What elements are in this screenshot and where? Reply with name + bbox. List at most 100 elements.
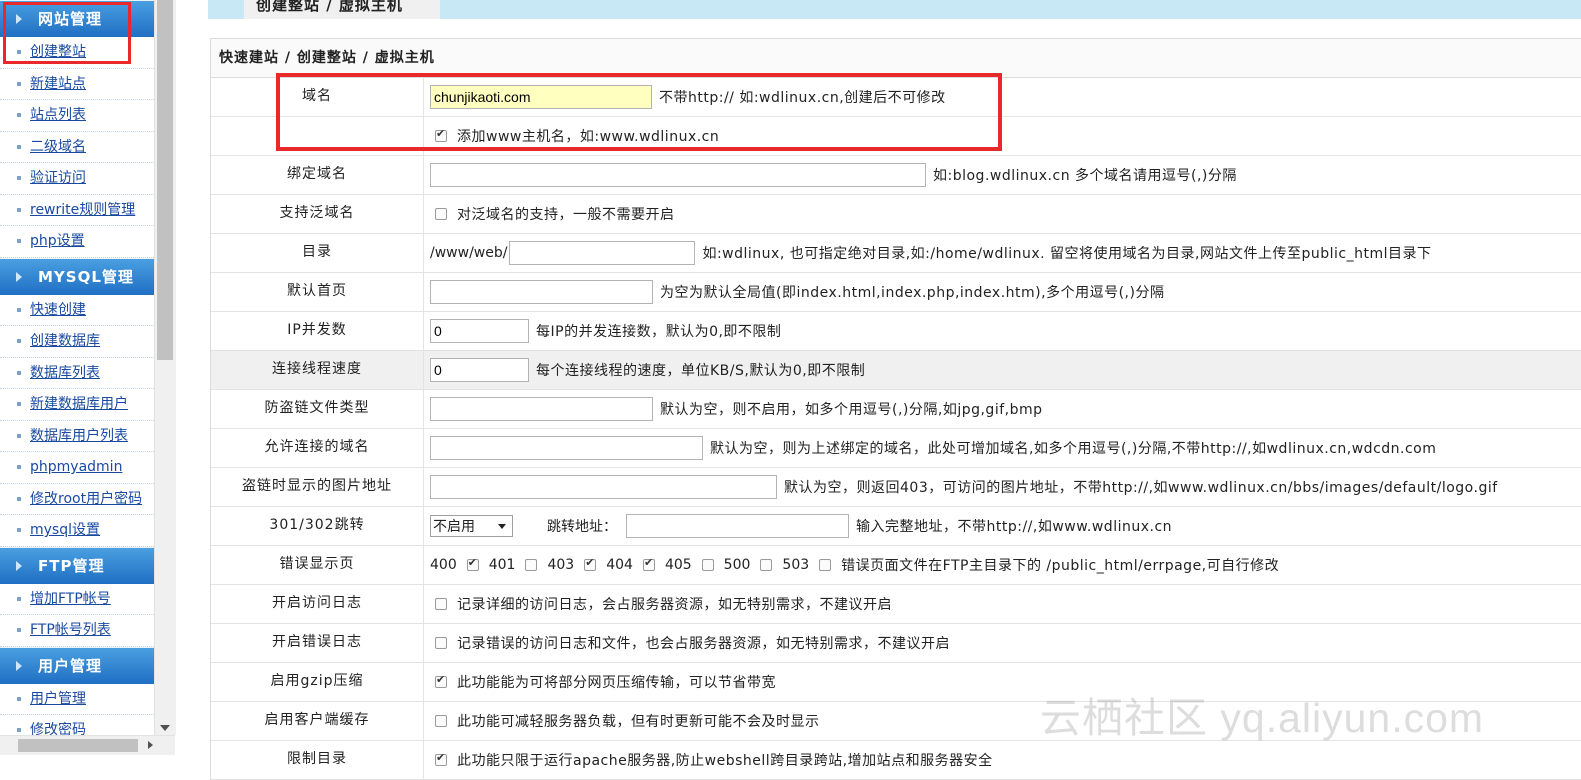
thread-speed-label: 连接线程速度 bbox=[211, 351, 424, 389]
sidebar-link[interactable]: 站点列表 bbox=[30, 107, 86, 123]
directory-input[interactable] bbox=[509, 241, 696, 265]
sidebar-item-mysql-settings[interactable]: mysql设置 bbox=[0, 515, 154, 547]
access-log-checkbox[interactable] bbox=[435, 598, 447, 610]
section-header-mysql[interactable]: MYSQL管理 bbox=[0, 257, 154, 295]
sidebar-item-site-list[interactable]: 站点列表 bbox=[0, 100, 154, 132]
sidebar-link[interactable]: 创建数据库 bbox=[30, 333, 100, 349]
errcode-400-checkbox[interactable] bbox=[466, 556, 479, 571]
sidebar-link[interactable]: 新建数据库用户 bbox=[30, 396, 128, 412]
allowed-domains-input[interactable] bbox=[430, 436, 703, 460]
redirect-addr-label: 跳转地址： bbox=[547, 519, 617, 535]
sidebar-item-phpmyadmin[interactable]: phpmyadmin bbox=[0, 452, 154, 484]
form-title: 快速建站 / 创建整站 / 虚拟主机 bbox=[211, 38, 1581, 78]
vertical-scrollbar[interactable] bbox=[154, 0, 176, 735]
errcode-404-label: 404 bbox=[606, 557, 633, 573]
sidebar-item-php-settings[interactable]: php设置 bbox=[0, 226, 154, 258]
hotlink-types-label: 防盗链文件类型 bbox=[211, 390, 424, 428]
row-redirect: 301/302跳转 不启用 跳转地址： 输入完整地址，不带http://,如www.… bbox=[211, 507, 1581, 546]
hotlink-image-input[interactable] bbox=[430, 475, 777, 499]
bind-domain-input[interactable] bbox=[430, 163, 926, 187]
red-highlight-box bbox=[276, 73, 1002, 151]
sidebar-link[interactable]: 修改密码 bbox=[30, 722, 86, 735]
errcode-403-checkbox[interactable] bbox=[584, 556, 597, 571]
sidebar: 网站管理 创建整站 新建站点 站点列表 二级域名 验证访问 rewrite规则管… bbox=[0, 0, 176, 755]
horizontal-scrollbar[interactable] bbox=[0, 735, 175, 755]
sidebar-link[interactable]: 数据库列表 bbox=[30, 365, 100, 381]
access-log-label: 开启访问日志 bbox=[211, 585, 424, 623]
sidebar-item-add-ftp-account[interactable]: 增加FTP帐号 bbox=[0, 584, 154, 615]
allowed-domains-hint: 默认为空，则为上述绑定的域名，此处可增加域名,如多个用逗号(,)分隔,不带htt… bbox=[710, 441, 1437, 457]
errcode-401-checkbox[interactable] bbox=[525, 559, 538, 571]
sidebar-item-root-password[interactable]: 修改root用户密码 bbox=[0, 484, 154, 515]
sidebar-item-subdomain[interactable]: 二级域名 bbox=[0, 132, 154, 163]
row-directory: 目录 /www/web/如:wdlinux, 也可指定绝对目录,如:/home/… bbox=[211, 234, 1581, 273]
sidebar-link[interactable]: 新建站点 bbox=[30, 76, 86, 92]
gzip-hint: 此功能能为可将部分网页压缩传输，可以节省带宽 bbox=[457, 675, 776, 691]
client-cache-checkbox[interactable] bbox=[435, 715, 447, 727]
red-highlight-box bbox=[3, 2, 131, 64]
scroll-right-arrow-icon[interactable] bbox=[148, 741, 153, 749]
redirect-select[interactable]: 不启用 bbox=[430, 515, 513, 537]
sidebar-link[interactable]: 增加FTP帐号 bbox=[30, 591, 111, 607]
thread-speed-input[interactable] bbox=[430, 358, 529, 382]
bullet-icon bbox=[17, 496, 21, 501]
errcode-500-checkbox[interactable] bbox=[760, 559, 773, 571]
sidebar-item-quick-create[interactable]: 快速创建 bbox=[0, 295, 154, 326]
ip-concurrency-input[interactable] bbox=[430, 319, 529, 343]
sidebar-item-new-site[interactable]: 新建站点 bbox=[0, 69, 154, 100]
errcode-405-checkbox[interactable] bbox=[701, 559, 714, 571]
sidebar-item-user-management[interactable]: 用户管理 bbox=[0, 684, 154, 715]
redirect-addr-input[interactable] bbox=[626, 514, 849, 538]
sidebar-link[interactable]: 快速创建 bbox=[30, 302, 86, 318]
row-ip-concurrency: IP并发数 每IP的并发连接数，默认为0,即不限制 bbox=[211, 312, 1581, 351]
sidebar-link[interactable]: 验证访问 bbox=[30, 170, 86, 186]
sidebar-link[interactable]: 数据库用户列表 bbox=[30, 428, 128, 444]
tab-create-site[interactable]: 创建整站 / 虚拟主机 bbox=[244, 0, 440, 19]
row-wildcard: 支持泛域名 对泛域名的支持，一般不需要开启 bbox=[211, 195, 1581, 234]
sidebar-link[interactable]: 二级域名 bbox=[30, 139, 86, 155]
bind-domain-label: 绑定域名 bbox=[211, 156, 424, 194]
sidebar-item-database-list[interactable]: 数据库列表 bbox=[0, 358, 154, 389]
hotlink-types-input[interactable] bbox=[430, 397, 653, 421]
errcode-503-checkbox[interactable] bbox=[819, 559, 832, 571]
client-cache-hint: 此功能可减轻服务器负载，但有时更新可能不会及时显示 bbox=[457, 714, 820, 730]
sidebar-link[interactable]: php设置 bbox=[30, 233, 85, 249]
sidebar-item-new-db-user[interactable]: 新建数据库用户 bbox=[0, 389, 154, 421]
sidebar-item-change-password[interactable]: 修改密码 bbox=[0, 715, 154, 735]
bullet-icon bbox=[17, 207, 21, 212]
restrict-dir-checkbox[interactable] bbox=[435, 751, 447, 766]
sidebar-item-create-database[interactable]: 创建数据库 bbox=[0, 326, 154, 358]
bullet-icon bbox=[17, 465, 21, 469]
sidebar-link[interactable]: FTP帐号列表 bbox=[30, 622, 111, 638]
bullet-icon bbox=[17, 628, 21, 632]
sidebar-link[interactable]: phpmyadmin bbox=[30, 459, 122, 475]
section-title: 用户管理 bbox=[38, 656, 103, 675]
errcode-404-checkbox[interactable] bbox=[642, 556, 655, 571]
sidebar-link[interactable]: rewrite规则管理 bbox=[30, 202, 135, 218]
sidebar-item-rewrite-rules[interactable]: rewrite规则管理 bbox=[0, 195, 154, 226]
error-log-checkbox[interactable] bbox=[435, 637, 447, 649]
sidebar-item-ftp-account-list[interactable]: FTP帐号列表 bbox=[0, 615, 154, 647]
default-index-input[interactable] bbox=[430, 280, 653, 304]
sidebar-link[interactable]: 用户管理 bbox=[30, 691, 86, 707]
bullet-icon bbox=[17, 402, 21, 406]
wildcard-checkbox[interactable] bbox=[435, 208, 447, 220]
sidebar-item-verify-access[interactable]: 验证访问 bbox=[0, 163, 154, 195]
row-restrict-dir: 限制目录 此功能只限于运行apache服务器,防止webshell跨目录跨站,增… bbox=[211, 741, 1581, 780]
errcode-405-label: 405 bbox=[664, 557, 692, 573]
sidebar-item-db-user-list[interactable]: 数据库用户列表 bbox=[0, 421, 154, 452]
client-cache-label: 启用客户端缓存 bbox=[211, 702, 424, 740]
scroll-down-arrow-icon[interactable] bbox=[160, 725, 170, 731]
ip-concurrency-label: IP并发数 bbox=[211, 312, 424, 350]
errcode-503-label: 503 bbox=[782, 557, 810, 573]
gzip-checkbox[interactable] bbox=[435, 673, 447, 688]
watermark: 云栖社区 yq.aliyun.com bbox=[1040, 695, 1485, 741]
row-error-pages: 错误显示页 400 401 403 404 405 500 503 错误页面文件… bbox=[211, 546, 1581, 585]
section-header-user-management[interactable]: 用户管理 bbox=[0, 646, 154, 684]
row-hotlink-types: 防盗链文件类型 默认为空，则不启用，如多个用逗号(,)分隔,如jpg,gif,b… bbox=[211, 390, 1581, 429]
sidebar-link[interactable]: mysql设置 bbox=[30, 522, 100, 538]
sidebar-link[interactable]: 修改root用户密码 bbox=[30, 491, 142, 507]
section-header-ftp[interactable]: FTP管理 bbox=[0, 546, 154, 584]
scrollbar-thumb[interactable] bbox=[18, 739, 138, 752]
scrollbar-thumb[interactable] bbox=[157, 0, 173, 360]
